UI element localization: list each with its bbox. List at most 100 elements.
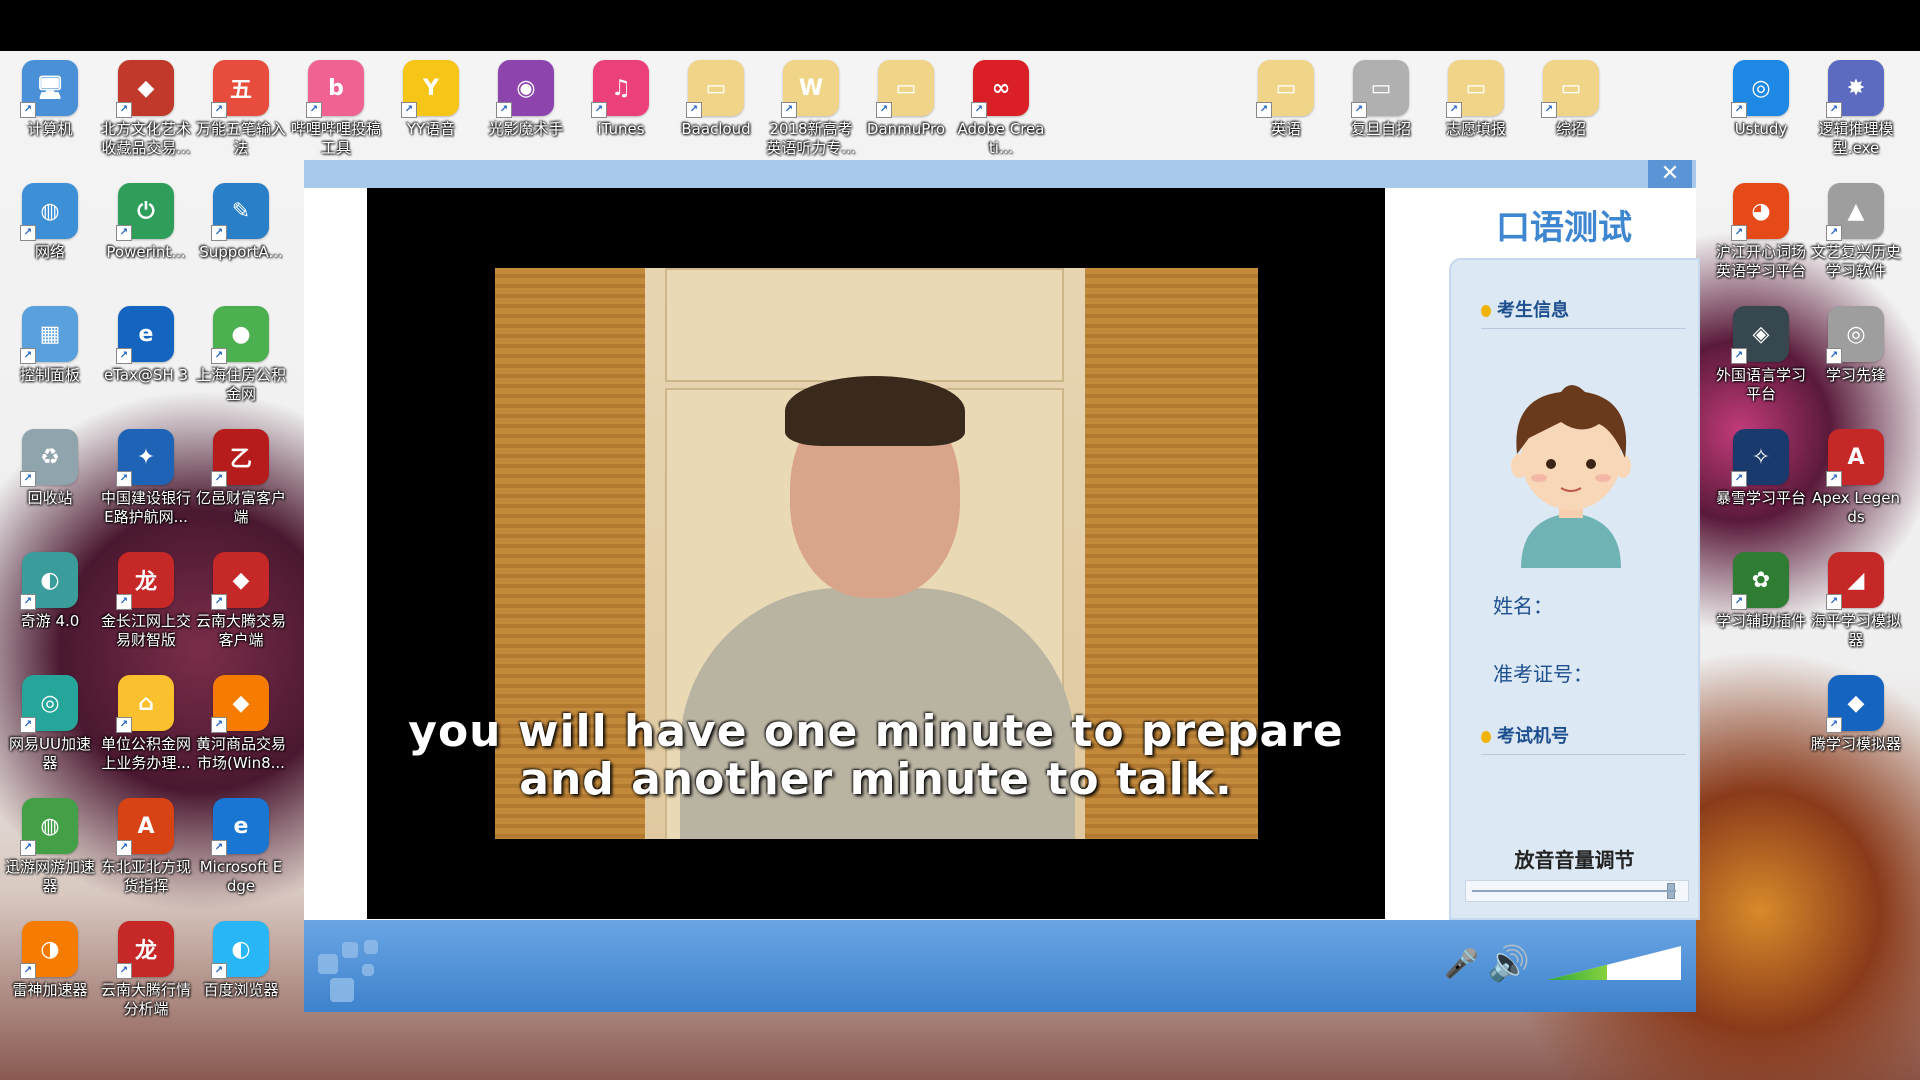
desktop-icon[interactable]: ▭ ↗ 英语 <box>1240 60 1332 139</box>
desktop-icon[interactable]: ⌂ ↗ 单位公积金网上业务办理... <box>100 675 192 773</box>
volume-slider-handle[interactable] <box>1667 883 1675 899</box>
desktop-icon[interactable]: ◐ ↗ 奇游 4.0 <box>4 552 96 631</box>
desktop-icon[interactable]: b ↗ 哔哩哔哩投稿工具 <box>290 60 382 158</box>
shortcut-arrow-icon: ↗ <box>686 102 702 118</box>
desktop-icon[interactable]: W ↗ 2018新高考英语听力专... <box>765 60 857 158</box>
desktop-icon[interactable]: ◑ ↗ 雷神加速器 <box>4 921 96 1000</box>
desktop-icon[interactable]: ✎ ↗ SupportA... <box>195 183 287 262</box>
desktop-icon[interactable]: ▭ ↗ 综招 <box>1525 60 1617 139</box>
ticket-number-label: 准考证号： <box>1493 662 1593 686</box>
app-icon: b ↗ <box>306 60 364 118</box>
desktop-icon-label: 哔哩哔哩投稿工具 <box>290 120 381 157</box>
desktop-icon[interactable]: 乙 ↗ 亿邑财富客户端 <box>195 429 287 527</box>
shortcut-arrow-icon: ↗ <box>211 717 227 733</box>
shortcut-arrow-icon: ↗ <box>116 717 132 733</box>
window-titlebar[interactable]: ✕ <box>304 160 1696 188</box>
desktop-icon[interactable]: 龙 ↗ 云南大腾行情分析端 <box>100 921 192 1019</box>
desktop-icon[interactable]: ◍ ↗ 网络 <box>4 183 96 262</box>
app-icon: ⌂ ↗ <box>116 675 174 733</box>
app-glyph: W <box>798 75 824 101</box>
app-icon: ✧ ↗ <box>1731 429 1789 487</box>
desktop-icon[interactable]: ⏻ ↗ Powerint... <box>100 183 192 262</box>
app-glyph: ◐ <box>40 567 60 593</box>
shortcut-arrow-icon: ↗ <box>211 348 227 364</box>
app-icon: ♫ ↗ <box>591 60 649 118</box>
desktop-icon[interactable]: ◐ ↗ 百度浏览器 <box>195 921 287 1000</box>
desktop-icon[interactable]: ✿ ↗ 学习辅助插件 <box>1715 552 1807 631</box>
desktop-icon[interactable]: ▦ ↗ 控制面板 <box>4 306 96 385</box>
desktop-icon[interactable]: ◎ ↗ Ustudy <box>1715 60 1807 139</box>
desktop-icon[interactable]: e ↗ Microsoft Edge <box>195 798 287 896</box>
desktop-icon-label: 网易UU加速器 <box>9 735 91 772</box>
desktop-icon[interactable]: ◎ ↗ 学习先锋 <box>1810 306 1902 385</box>
app-icon: ✸ ↗ <box>1826 60 1884 118</box>
desktop-icon[interactable]: Y ↗ YY语音 <box>385 60 477 139</box>
speaker-icon[interactable]: 🔊 <box>1484 944 1534 984</box>
avatar <box>1511 385 1631 568</box>
desktop-icon[interactable]: ◉ ↗ 光影魔术手 <box>480 60 572 139</box>
shortcut-arrow-icon: ↗ <box>20 471 36 487</box>
app-glyph: ✦ <box>136 444 156 470</box>
app-glyph: ▭ <box>1370 75 1392 101</box>
app-icon: A ↗ <box>1826 429 1884 487</box>
shortcut-arrow-icon: ↗ <box>116 225 132 241</box>
app-glyph: ◉ <box>516 75 536 101</box>
shortcut-arrow-icon: ↗ <box>211 840 227 856</box>
desktop-icon-label: Ustudy <box>1734 120 1788 138</box>
app-glyph: A <box>1847 444 1865 470</box>
desktop-icon[interactable]: ◕ ↗ 沪江开心词场英语学习平台 <box>1715 183 1807 281</box>
desktop-icon[interactable]: 五 ↗ 万能五笔输入法 <box>195 60 287 158</box>
app-icon: 五 ↗ <box>211 60 269 118</box>
desktop-icon[interactable]: ▭ ↗ 志愿填报 <box>1430 60 1522 139</box>
app-icon: Y ↗ <box>401 60 459 118</box>
desktop-icon[interactable]: ◆ ↗ 北方文化艺术收藏品交易... <box>100 60 192 158</box>
close-button[interactable]: ✕ <box>1648 160 1692 188</box>
desktop-icon[interactable]: ◈ ↗ 外国语言学习平台 <box>1715 306 1807 404</box>
desktop-icon-label: eTax@SH 3 <box>103 366 189 384</box>
app-glyph: ◎ <box>40 690 60 716</box>
desktop-icon[interactable]: ◍ ↗ 迅游网游加速器 <box>4 798 96 896</box>
panel-title: 口语测试 <box>1496 208 1632 248</box>
desktop-icon[interactable]: 🖥 ↗ 计算机 <box>4 60 96 139</box>
desktop-icon-label: 光影魔术手 <box>488 120 564 138</box>
shortcut-arrow-icon: ↗ <box>20 225 36 241</box>
desktop-icon[interactable]: A ↗ Apex Legends <box>1810 429 1902 527</box>
desktop-icon[interactable]: ◆ ↗ 腾学习模拟器 <box>1810 675 1902 754</box>
desktop-icon-label: 学习先锋 <box>1825 366 1886 384</box>
shortcut-arrow-icon: ↗ <box>1731 225 1747 241</box>
desktop-icon[interactable]: ◆ ↗ 云南大腾交易客户端 <box>195 552 287 650</box>
desktop-icon-label: 万能五笔输入法 <box>195 120 286 157</box>
desktop-icon[interactable]: ◢ ↗ 海平学习模拟器 <box>1810 552 1902 650</box>
desktop-icon[interactable]: ✸ ↗ 逻辑推理模型.exe <box>1810 60 1902 158</box>
app-glyph: ◈ <box>1752 321 1770 347</box>
desktop-icon[interactable]: ♻ ↗ 回收站 <box>4 429 96 508</box>
desktop-icon[interactable]: ▭ ↗ 复旦自招 <box>1335 60 1427 139</box>
app-icon: ◐ ↗ <box>211 921 269 979</box>
shortcut-arrow-icon: ↗ <box>401 102 417 118</box>
desktop-icon[interactable]: ● ↗ 上海住房公积金网 <box>195 306 287 404</box>
desktop-icon[interactable]: ∞ ↗ Adobe Creati... <box>955 60 1047 158</box>
desktop-icon-label: 暴雪学习平台 <box>1715 489 1806 507</box>
shortcut-arrow-icon: ↗ <box>116 471 132 487</box>
desktop-icon[interactable]: ✦ ↗ 中国建设银行E路护航网... <box>100 429 192 527</box>
desktop-icon[interactable]: ◎ ↗ 网易UU加速器 <box>4 675 96 773</box>
desktop-icon-label: 志愿填报 <box>1445 120 1506 138</box>
desktop-icon[interactable]: 龙 ↗ 金长江网上交易财智版 <box>100 552 192 650</box>
app-glyph: ◆ <box>1847 690 1865 716</box>
desktop-icon[interactable]: ▭ ↗ Baacloud <box>670 60 762 139</box>
desktop-icon[interactable]: ▭ ↗ DanmuPro <box>860 60 952 139</box>
app-glyph: 龙 <box>134 570 157 595</box>
app-glyph: e <box>233 813 249 839</box>
desktop-icon[interactable]: ✧ ↗ 暴雪学习平台 <box>1715 429 1807 508</box>
desktop-icon[interactable]: e ↗ eTax@SH 3 <box>100 306 192 385</box>
desktop-icon[interactable]: ◆ ↗ 黄河商品交易市场(Win8... <box>195 675 287 773</box>
video-player[interactable]: you will have one minute to prepare and … <box>367 188 1385 919</box>
app-glyph: ▭ <box>1275 75 1297 101</box>
desktop-icon[interactable]: A ↗ 东北亚北方现货指挥 <box>100 798 192 896</box>
shortcut-arrow-icon: ↗ <box>20 102 36 118</box>
desktop-icon[interactable]: ♫ ↗ iTunes <box>575 60 667 139</box>
app-icon: ◍ ↗ <box>20 798 78 856</box>
desktop-icon[interactable]: ▲ ↗ 文艺复兴历史学习软件 <box>1810 183 1902 281</box>
app-icon: ◆ ↗ <box>211 552 269 610</box>
playback-volume-slider[interactable] <box>1465 880 1689 902</box>
